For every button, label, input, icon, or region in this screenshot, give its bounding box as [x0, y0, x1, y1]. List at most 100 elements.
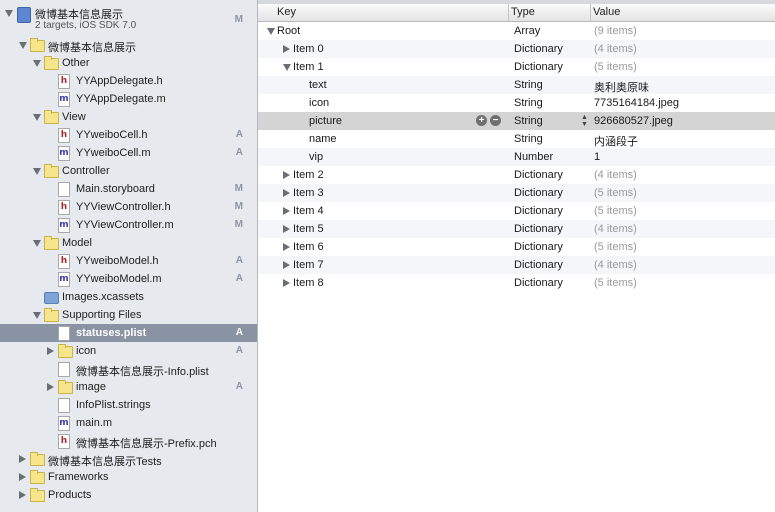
navigator-group-row[interactable]: 微博基本信息展示 — [0, 36, 257, 54]
navigator-group-row[interactable]: Model — [0, 234, 257, 252]
plist-key[interactable]: text — [309, 79, 327, 91]
disclosure-triangle-icon[interactable] — [33, 114, 41, 121]
navigator-group-row[interactable]: Frameworks — [0, 468, 257, 486]
plist-value[interactable]: (4 items) — [594, 43, 637, 55]
plist-value[interactable]: 926680527.jpeg — [594, 115, 673, 127]
navigator-file-row[interactable]: m YYweiboModel.m A — [0, 270, 257, 288]
plist-type[interactable]: Dictionary — [514, 259, 563, 271]
plist-row[interactable]: Item 3 Dictionary (5 items) — [258, 184, 775, 202]
disclosure-triangle-icon[interactable] — [283, 261, 290, 269]
plist-row[interactable]: text String 奥利奥原味 — [258, 76, 775, 94]
plist-type[interactable]: String — [514, 79, 543, 91]
plist-key[interactable]: Root — [277, 25, 300, 37]
stepper-down-icon[interactable]: ▼ — [581, 121, 588, 128]
add-row-button[interactable]: + — [476, 115, 487, 126]
plist-type[interactable]: Dictionary — [514, 223, 563, 235]
navigator-file-row[interactable]: Images.xcassets — [0, 288, 257, 306]
navigator-group-row[interactable]: Other — [0, 54, 257, 72]
plist-value[interactable]: (4 items) — [594, 223, 637, 235]
plist-row[interactable]: Item 7 Dictionary (4 items) — [258, 256, 775, 274]
navigator-file-row[interactable]: h YYweiboCell.h A — [0, 126, 257, 144]
plist-row[interactable]: Item 0 Dictionary (4 items) — [258, 40, 775, 58]
navigator-file-row[interactable]: m YYweiboCell.m A — [0, 144, 257, 162]
disclosure-triangle-icon[interactable] — [33, 168, 41, 175]
plist-type[interactable]: Array — [514, 25, 540, 37]
plist-key[interactable]: picture — [309, 115, 342, 127]
plist-row[interactable]: name String 内涵段子 — [258, 130, 775, 148]
plist-value[interactable]: (9 items) — [594, 25, 637, 37]
disclosure-triangle-icon[interactable] — [283, 64, 291, 71]
disclosure-triangle-icon[interactable] — [283, 189, 290, 197]
plist-key[interactable]: Item 2 — [293, 169, 324, 181]
navigator-file-row[interactable]: m YYAppDelegate.m — [0, 90, 257, 108]
navigator-file-row[interactable]: h YYweiboModel.h A — [0, 252, 257, 270]
plist-type[interactable]: Dictionary — [514, 43, 563, 55]
navigator-group-row[interactable]: View — [0, 108, 257, 126]
navigator-file-row[interactable]: h YYViewController.h M — [0, 198, 257, 216]
disclosure-triangle-icon[interactable] — [19, 473, 26, 481]
disclosure-triangle-icon[interactable] — [19, 42, 27, 49]
plist-value[interactable]: (5 items) — [594, 187, 637, 199]
disclosure-triangle-icon[interactable] — [33, 240, 41, 247]
key-column-header[interactable]: Key — [277, 6, 296, 18]
plist-value[interactable]: (4 items) — [594, 169, 637, 181]
plist-key[interactable]: vip — [309, 151, 323, 163]
navigator-file-row[interactable]: InfoPlist.strings — [0, 396, 257, 414]
plist-type[interactable]: Number — [514, 151, 553, 163]
disclosure-triangle-icon[interactable] — [267, 28, 275, 35]
plist-row[interactable]: Item 2 Dictionary (4 items) — [258, 166, 775, 184]
disclosure-triangle-icon[interactable] — [5, 10, 13, 17]
stepper-up-icon[interactable]: ▲ — [581, 114, 588, 121]
plist-type[interactable]: String — [514, 133, 543, 145]
disclosure-triangle-icon[interactable] — [33, 60, 41, 67]
plist-key[interactable]: icon — [309, 97, 329, 109]
disclosure-triangle-icon[interactable] — [283, 225, 290, 233]
plist-type[interactable]: String — [514, 115, 543, 127]
value-column-header[interactable]: Value — [593, 6, 620, 18]
column-divider[interactable] — [590, 4, 591, 21]
plist-value[interactable]: 奥利奥原味 — [594, 79, 649, 95]
remove-row-button[interactable]: − — [490, 115, 501, 126]
navigator-file-row[interactable]: statuses.plist A — [0, 324, 257, 342]
column-divider[interactable] — [508, 4, 509, 21]
plist-key[interactable]: Item 1 — [293, 61, 324, 73]
plist-row[interactable]: Root Array (9 items) — [258, 22, 775, 40]
plist-type[interactable]: Dictionary — [514, 241, 563, 253]
plist-row[interactable]: Item 4 Dictionary (5 items) — [258, 202, 775, 220]
disclosure-triangle-icon[interactable] — [47, 383, 54, 391]
plist-row[interactable]: icon String 7735164184.jpeg — [258, 94, 775, 112]
navigator-file-row[interactable]: Main.storyboard M — [0, 180, 257, 198]
disclosure-triangle-icon[interactable] — [33, 312, 41, 319]
disclosure-triangle-icon[interactable] — [283, 207, 290, 215]
navigator-group-row[interactable]: icon A — [0, 342, 257, 360]
plist-value[interactable]: 1 — [594, 151, 600, 163]
type-stepper[interactable]: ▲ ▼ — [581, 114, 588, 128]
plist-row[interactable]: Item 6 Dictionary (5 items) — [258, 238, 775, 256]
disclosure-triangle-icon[interactable] — [47, 347, 54, 355]
plist-type[interactable]: Dictionary — [514, 61, 563, 73]
plist-value[interactable]: (4 items) — [594, 259, 637, 271]
type-column-header[interactable]: Type — [511, 6, 535, 18]
plist-key[interactable]: Item 5 — [293, 223, 324, 235]
plist-key[interactable]: Item 4 — [293, 205, 324, 217]
plist-value[interactable]: (5 items) — [594, 277, 637, 289]
disclosure-triangle-icon[interactable] — [283, 45, 290, 53]
plist-row[interactable]: vip Number 1 — [258, 148, 775, 166]
navigator-file-row[interactable]: m main.m — [0, 414, 257, 432]
plist-type[interactable]: String — [514, 97, 543, 109]
disclosure-triangle-icon[interactable] — [283, 243, 290, 251]
disclosure-triangle-icon[interactable] — [19, 455, 26, 463]
plist-value[interactable]: (5 items) — [594, 61, 637, 73]
navigator-group-row[interactable]: image A — [0, 378, 257, 396]
navigator-file-row[interactable]: h YYAppDelegate.h — [0, 72, 257, 90]
plist-type[interactable]: Dictionary — [514, 187, 563, 199]
plist-key[interactable]: Item 3 — [293, 187, 324, 199]
navigator-group-row[interactable]: Controller — [0, 162, 257, 180]
disclosure-triangle-icon[interactable] — [283, 279, 290, 287]
plist-value[interactable]: 7735164184.jpeg — [594, 97, 679, 109]
navigator-file-row[interactable]: m YYViewController.m M — [0, 216, 257, 234]
plist-type[interactable]: Dictionary — [514, 205, 563, 217]
navigator-group-row[interactable]: Products — [0, 486, 257, 504]
plist-key[interactable]: Item 8 — [293, 277, 324, 289]
plist-key[interactable]: Item 6 — [293, 241, 324, 253]
